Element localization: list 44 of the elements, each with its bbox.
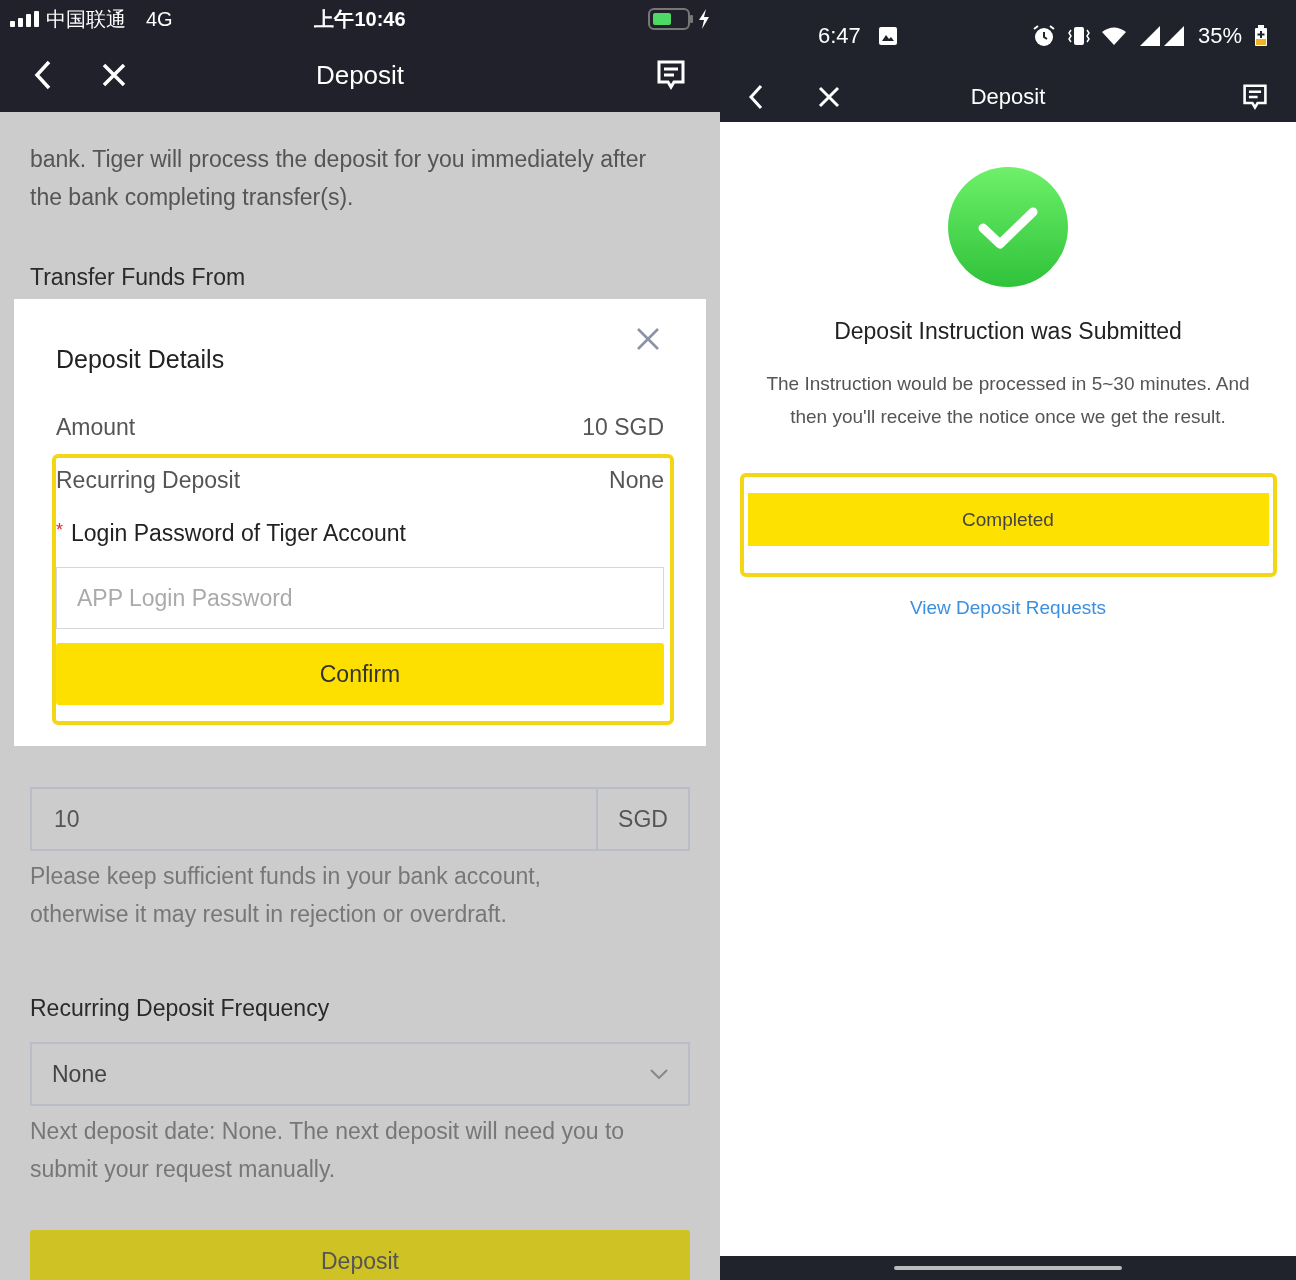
- status-time: 6:47: [818, 23, 861, 49]
- alarm-icon: [1031, 24, 1056, 48]
- currency-unit: SGD: [596, 789, 688, 849]
- completed-button[interactable]: Completed: [747, 493, 1269, 546]
- deposit-button[interactable]: Deposit: [30, 1230, 690, 1280]
- battery-icon: [648, 8, 694, 30]
- required-mark: *: [56, 520, 63, 542]
- page-title: Deposit: [315, 59, 405, 91]
- success-check-icon: [947, 166, 1069, 288]
- network-type: 4G: [146, 7, 173, 31]
- password-label: Login Password of Tiger Account: [71, 520, 406, 547]
- wifi-icon: [1101, 26, 1126, 46]
- frequency-label: Recurring Deposit Frequency: [30, 995, 331, 1022]
- detail-label: Recurring Deposit: [56, 467, 241, 494]
- amount-field[interactable]: 10 SGD: [30, 787, 690, 851]
- confirm-button[interactable]: Confirm: [56, 643, 664, 705]
- chevron-down-icon: [650, 1069, 668, 1079]
- charging-icon: [698, 9, 710, 29]
- amount-value: 10: [53, 805, 81, 833]
- result-title: Deposit Instruction was Submitted: [834, 318, 1182, 345]
- back-icon[interactable]: [748, 84, 764, 110]
- message-icon[interactable]: [1242, 84, 1268, 110]
- signal-icon: [10, 11, 40, 27]
- transfer-label: Transfer Funds From: [30, 264, 247, 291]
- password-field[interactable]: APP Login Password: [56, 567, 664, 629]
- message-icon[interactable]: [656, 60, 686, 90]
- frequency-select[interactable]: None: [30, 1042, 690, 1106]
- battery-icon: [1254, 25, 1268, 47]
- vibrate-icon: [1067, 25, 1090, 47]
- page-title: Deposit: [970, 84, 1046, 110]
- frequency-hint: Next deposit date: None. The next deposit will need you to submit your request manually.: [30, 1117, 626, 1184]
- amount-hint: Please keep sufficient funds in your bank account, otherwise it may result in rejection or overdraft.: [30, 862, 542, 929]
- carrier-name: 中国联通: [46, 6, 126, 32]
- image-icon: [878, 27, 897, 45]
- status-time: 上午10:46: [314, 6, 406, 32]
- result-message: The Instruction would be processed in 5~30 minutes. And then you'll receive the notice once we get the result.: [765, 372, 1251, 429]
- view-deposit-requests-link[interactable]: View Deposit Requests: [909, 597, 1107, 619]
- detail-value: None: [609, 467, 664, 494]
- intro-text: bank. Tiger will process the deposit for you immediately after the bank completing transfer(s).: [30, 145, 648, 212]
- detail-label: Amount: [56, 414, 136, 441]
- back-icon[interactable]: [34, 60, 52, 90]
- detail-value: 10 SGD: [582, 414, 664, 441]
- dialog-title: Deposit Details: [56, 345, 226, 374]
- battery-percent: 35%: [1197, 23, 1242, 49]
